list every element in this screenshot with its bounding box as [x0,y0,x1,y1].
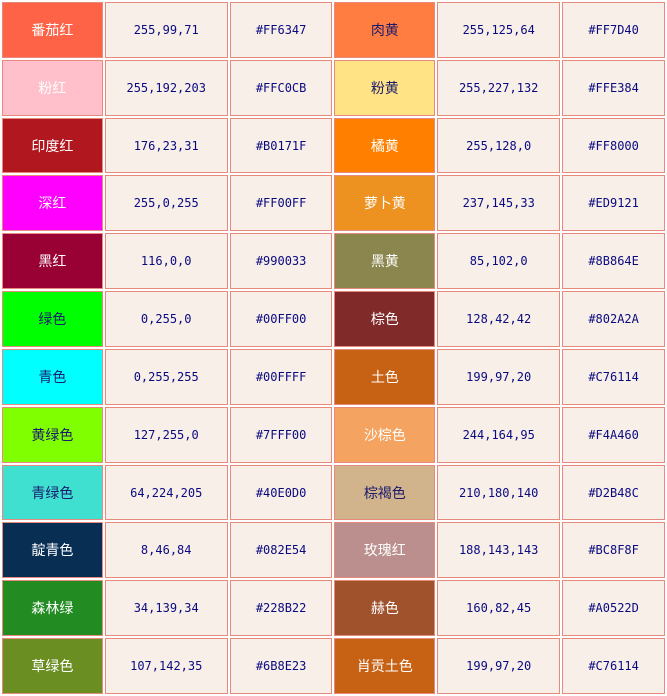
hex-value: #802A2A [562,291,665,347]
color-swatch-name: 土色 [334,348,436,405]
color-swatch-name: 绿色 [2,291,103,347]
table-row: 靛青色 8,46,84 #082E54 玫瑰红 188,143,143 #BC8F8F [2,522,665,579]
color-swatch-name: 沙棕色 [334,406,436,463]
hex-value: #F4A460 [562,406,665,463]
color-swatch-name: 橘黄 [334,117,436,174]
hex-value: #D2B48C [562,464,665,521]
color-swatch-name: 赫色 [334,580,436,637]
hex-value: #B0171F [229,117,333,174]
color-swatch-name: 黑红 [2,233,103,290]
hex-value: #082E54 [229,522,333,579]
hex-value: #ED9121 [562,175,665,232]
rgb-value: 255,0,255 [104,175,228,232]
hex-value: #FF8000 [562,117,665,174]
hex-value: #BC8F8F [562,522,665,579]
color-swatch-name: 肖贡土色 [334,638,436,694]
color-swatch-name: 青色 [2,348,103,405]
table-row: 印度红 176,23,31 #B0171F 橘黄 255,128,0 #FF8000 [2,117,665,174]
table-row: 黑红 116,0,0 #990033 黑黄 85,102,0 #8B864E [2,233,665,290]
rgb-value: 34,139,34 [104,580,228,637]
color-swatch-name: 粉红 [2,59,103,116]
table-row: 深红 255,0,255 #FF00FF 萝卜黄 237,145,33 #ED9121 [2,175,665,232]
color-swatch-name: 黑黄 [334,233,436,290]
hex-value: #FFC0CB [229,59,333,116]
hex-value: #C76114 [562,348,665,405]
color-table: 番茄红 255,99,71 #FF6347 肉黄 255,125,64 #FF7D40 粉红… [0,0,667,696]
table-row: 粉红 255,192,203 #FFC0CB 粉黄 255,227,132 #FFE384 [2,59,665,116]
hex-value: #FFE384 [562,59,665,116]
rgb-value: 244,164,95 [437,406,561,463]
hex-value: #00FF00 [229,291,333,347]
color-swatch-name: 粉黄 [334,59,436,116]
hex-value: #FF7D40 [562,2,665,58]
rgb-value: 255,125,64 [437,2,561,58]
hex-value: #990033 [229,233,333,290]
rgb-value: 8,46,84 [104,522,228,579]
rgb-value: 176,23,31 [104,117,228,174]
hex-value: #7FFF00 [229,406,333,463]
color-swatch-name: 黄绿色 [2,406,103,463]
hex-value: #8B864E [562,233,665,290]
hex-value: #FF00FF [229,175,333,232]
color-swatch-name: 森林绿 [2,580,103,637]
rgb-value: 160,82,45 [437,580,561,637]
rgb-value: 199,97,20 [437,638,561,694]
table-row: 青色 0,255,255 #00FFFF 土色 199,97,20 #C76114 [2,348,665,405]
rgb-value: 116,0,0 [104,233,228,290]
rgb-value: 188,143,143 [437,522,561,579]
color-swatch-name: 棕褐色 [334,464,436,521]
rgb-value: 85,102,0 [437,233,561,290]
rgb-value: 237,145,33 [437,175,561,232]
hex-value: #A0522D [562,580,665,637]
rgb-value: 64,224,205 [104,464,228,521]
color-swatch-name: 靛青色 [2,522,103,579]
table-row: 番茄红 255,99,71 #FF6347 肉黄 255,125,64 #FF7D40 [2,2,665,58]
color-swatch-name: 棕色 [334,291,436,347]
table-row: 青绿色 64,224,205 #40E0D0 棕褐色 210,180,140 #D2B48… [2,464,665,521]
color-swatch-name: 萝卜黄 [334,175,436,232]
rgb-value: 199,97,20 [437,348,561,405]
rgb-value: 255,192,203 [104,59,228,116]
color-swatch-name: 草绿色 [2,638,103,694]
color-swatch-name: 番茄红 [2,2,103,58]
table-row: 绿色 0,255,0 #00FF00 棕色 128,42,42 #802A2A [2,291,665,347]
table-row: 黄绿色 127,255,0 #7FFF00 沙棕色 244,164,95 #F4A460 [2,406,665,463]
rgb-value: 0,255,255 [104,348,228,405]
table-row: 草绿色 107,142,35 #6B8E23 肖贡土色 199,97,20 #C76114 [2,638,665,694]
table-row: 森林绿 34,139,34 #228B22 赫色 160,82,45 #A0522D [2,580,665,637]
rgb-value: 0,255,0 [104,291,228,347]
color-swatch-name: 玫瑰红 [334,522,436,579]
rgb-value: 127,255,0 [104,406,228,463]
hex-value: #C76114 [562,638,665,694]
rgb-value: 255,227,132 [437,59,561,116]
color-swatch-name: 肉黄 [334,2,436,58]
hex-value: #00FFFF [229,348,333,405]
color-table-body: 番茄红 255,99,71 #FF6347 肉黄 255,125,64 #FF7D40 粉红… [2,2,665,694]
rgb-value: 107,142,35 [104,638,228,694]
hex-value: #40E0D0 [229,464,333,521]
hex-value: #6B8E23 [229,638,333,694]
color-swatch-name: 青绿色 [2,464,103,521]
rgb-value: 255,99,71 [104,2,228,58]
color-swatch-name: 深红 [2,175,103,232]
color-swatch-name: 印度红 [2,117,103,174]
hex-value: #228B22 [229,580,333,637]
rgb-value: 255,128,0 [437,117,561,174]
rgb-value: 128,42,42 [437,291,561,347]
hex-value: #FF6347 [229,2,333,58]
rgb-value: 210,180,140 [437,464,561,521]
